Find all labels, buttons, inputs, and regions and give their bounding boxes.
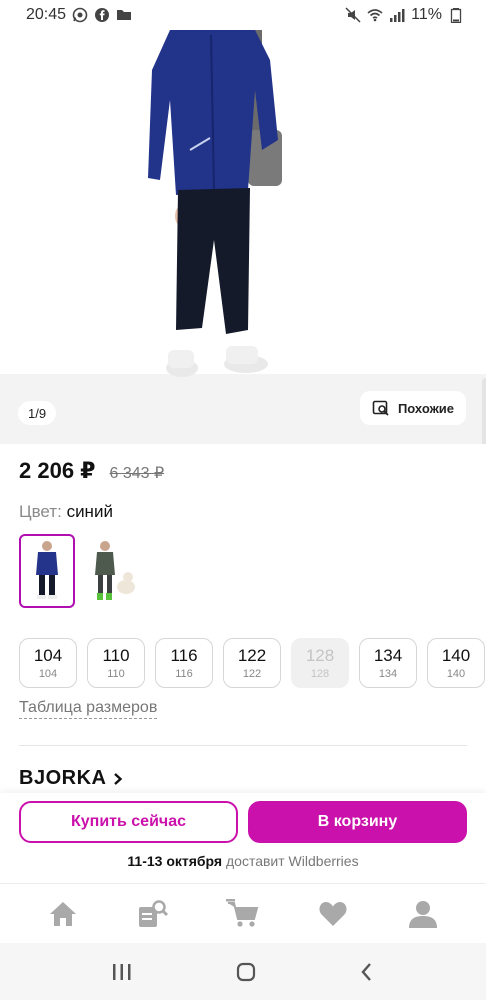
- size-eu: 140: [446, 668, 466, 680]
- delivery-info: 11-13 октября доставит Wildberries: [0, 853, 486, 869]
- wifi-icon: [367, 9, 383, 22]
- size-selector: 104 104 110 110 116 116 122 122 128 128 134 13…: [19, 638, 485, 688]
- purchase-bar: Купить сейчас В корзину 11-13 октября до…: [0, 793, 486, 883]
- size-eu: 116: [175, 668, 193, 680]
- catalog-search-icon: [139, 899, 169, 927]
- price-block: 2 206 ₽ 6 343 ₽: [19, 458, 164, 484]
- current-price: 2 206 ₽: [19, 458, 96, 483]
- status-time: 20:45: [26, 6, 67, 23]
- swatch-blue-thumbnail: [36, 541, 58, 599]
- recent-apps-icon[interactable]: [111, 962, 133, 982]
- battery-icon: [450, 8, 462, 23]
- tab-profile[interactable]: [401, 892, 445, 936]
- size-ru: 134: [373, 646, 403, 665]
- similar-button[interactable]: Похожие: [360, 391, 466, 425]
- size-option[interactable]: 116 116: [155, 638, 213, 688]
- delivery-date: 11-13 октября: [127, 853, 223, 869]
- size-eu: 128: [310, 668, 330, 680]
- facebook-icon: [95, 8, 110, 22]
- size-option-unavailable: 128 128: [291, 638, 349, 688]
- size-option[interactable]: 140 140: [427, 638, 485, 688]
- size-option[interactable]: 122 122: [223, 638, 281, 688]
- product-gallery[interactable]: [0, 30, 486, 444]
- scroll-indicator: [482, 378, 486, 444]
- size-ru: 110: [102, 646, 130, 665]
- chevron-right-icon: [114, 772, 123, 785]
- whatsapp-icon: [72, 7, 88, 23]
- size-ru: 122: [237, 646, 267, 665]
- system-navigation-bar: [0, 943, 486, 1000]
- folder-icon: [117, 10, 132, 20]
- color-value: синий: [66, 502, 113, 521]
- size-option[interactable]: 104 104: [19, 638, 77, 688]
- tab-cart[interactable]: [221, 892, 265, 936]
- brand-link[interactable]: BJORKA: [19, 767, 124, 790]
- size-eu: 104: [38, 668, 58, 680]
- status-bar: 20:45 11%: [0, 0, 486, 30]
- swatch-khaki-thumbnail: [95, 541, 135, 600]
- color-swatch-blue[interactable]: [19, 534, 75, 608]
- similar-label: Похожие: [397, 400, 455, 416]
- heart-icon: [319, 901, 347, 926]
- bottom-tab-bar: [0, 883, 486, 943]
- color-swatch-khaki[interactable]: [85, 534, 141, 608]
- color-row: Цвет: синий: [19, 502, 113, 522]
- product-photo: [0, 30, 486, 377]
- size-ru: 140: [441, 646, 471, 665]
- signal-icon: [390, 9, 405, 22]
- mute-icon: [345, 7, 361, 23]
- size-ru: 128: [305, 646, 335, 665]
- size-ru: 104: [33, 646, 63, 665]
- divider: [19, 745, 467, 746]
- size-eu: 134: [378, 668, 398, 680]
- buy-now-button[interactable]: Купить сейчас: [19, 801, 238, 843]
- color-label: Цвет:: [19, 502, 62, 521]
- cart-icon: [226, 898, 259, 927]
- size-eu: 110: [107, 668, 125, 680]
- delivery-text: доставит Wildberries: [226, 853, 359, 869]
- gallery-counter: 1/9: [18, 401, 57, 425]
- size-eu: 122: [242, 668, 262, 680]
- tab-catalog[interactable]: [131, 892, 175, 936]
- back-icon[interactable]: [359, 961, 375, 983]
- profile-icon: [409, 900, 437, 928]
- brand-name: BJORKA: [19, 767, 107, 789]
- battery-percent: 11%: [411, 6, 442, 23]
- tab-favorites[interactable]: [311, 892, 355, 936]
- home-button-icon[interactable]: [235, 961, 257, 983]
- size-option[interactable]: 134 134: [359, 638, 417, 688]
- size-table-link[interactable]: Таблица размеров: [19, 699, 158, 719]
- size-option[interactable]: 110 110: [87, 638, 145, 688]
- similar-search-icon: [372, 400, 389, 416]
- size-ru: 116: [170, 646, 198, 665]
- add-to-cart-button[interactable]: В корзину: [248, 801, 467, 843]
- tab-home[interactable]: [41, 892, 85, 936]
- old-price: 6 343 ₽: [109, 465, 165, 482]
- home-icon: [50, 901, 76, 926]
